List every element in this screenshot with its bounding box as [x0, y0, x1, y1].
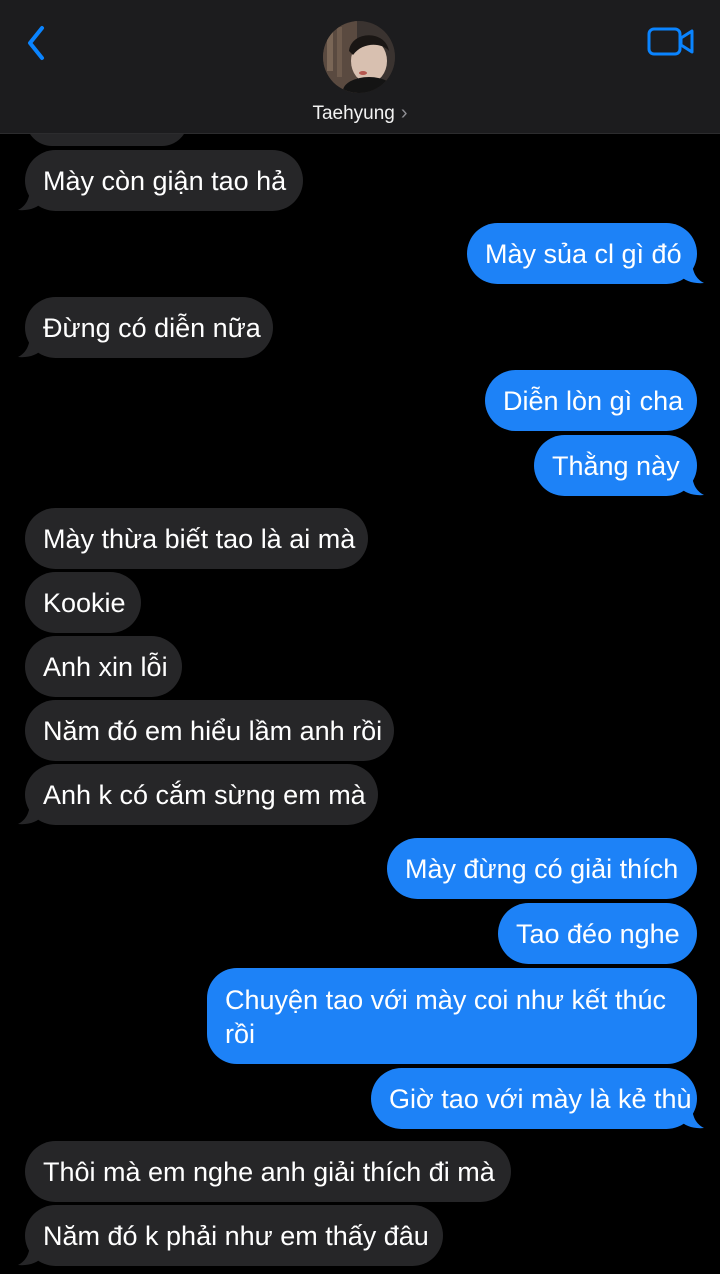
message-bubble-incoming[interactable]: Mày còn giận tao hả — [25, 150, 303, 211]
message-bubble-incoming[interactable]: Anh xin lỗi — [25, 636, 182, 697]
message-bubble-incoming[interactable]: Năm đó k phải như em thấy đâu — [25, 1205, 443, 1266]
bubble-tail — [680, 472, 704, 496]
bubble-tail — [18, 801, 42, 825]
message-bubble-incoming[interactable]: Mày thừa biết tao là ai mà — [25, 508, 368, 569]
message-bubble-incoming[interactable]: Thôi mà em nghe anh giải thích đi mà — [25, 1141, 511, 1202]
message-bubble-incoming[interactable]: Kookie — [25, 572, 141, 633]
message-bubble-outgoing[interactable]: Thằng này — [534, 435, 697, 496]
message-text: Giờ tao với mày là kẻ thù — [389, 1083, 692, 1114]
message-text: Năm đó k phải như em thấy đâu — [43, 1220, 429, 1251]
bubble-tail — [680, 1105, 704, 1129]
bubble-tail — [18, 187, 42, 211]
message-text: Anh xin lỗi — [43, 651, 168, 682]
message-text: Mày còn giận tao hả — [43, 165, 287, 196]
message-bubble-outgoing[interactable]: Mày sủa cl gì đó — [467, 223, 697, 284]
chevron-right-icon: › — [400, 102, 408, 124]
message-text: Mày thừa biết tao là ai mà — [43, 523, 356, 554]
message-text: Năm đó em hiểu lầm anh rồi — [43, 715, 383, 746]
bubble-tail — [18, 1242, 42, 1266]
message-bubble-incoming[interactable]: Đừng có diễn nữa — [25, 297, 273, 358]
message-text: Thôi mà em nghe anh giải thích đi mà — [43, 1156, 495, 1187]
chevron-left-icon[interactable] — [22, 22, 54, 64]
message-text: Diễn lòn gì cha — [503, 385, 684, 416]
message-thread[interactable]: Mày còn giận tao hả Mày sủa cl gì đó Đừn… — [0, 0, 720, 1274]
message-text: Mày đừng có giải thích — [405, 853, 679, 884]
avatar-photo — [323, 21, 395, 93]
video-camera-icon[interactable] — [646, 24, 696, 60]
message-text: Chuyện tao với mày coi như kết thúc rồi — [225, 985, 666, 1049]
contact-name-button[interactable]: Taehyung › — [0, 102, 720, 125]
message-bubble-outgoing[interactable]: Giờ tao với mày là kẻ thù — [371, 1068, 697, 1129]
message-bubble-outgoing[interactable]: Diễn lòn gì cha — [485, 370, 697, 431]
message-text: Đừng có diễn nữa — [43, 312, 261, 343]
message-bubble-outgoing[interactable]: Chuyện tao với mày coi như kết thúc rồi — [207, 968, 697, 1064]
message-text: Anh k có cắm sừng em mà — [43, 779, 366, 810]
bubble-tail — [680, 260, 704, 284]
contact-name: Taehyung — [312, 103, 395, 124]
message-bubble-outgoing[interactable]: Mày đừng có giải thích — [387, 838, 697, 899]
message-text: Thằng này — [552, 450, 680, 481]
conversation-header: Taehyung › — [0, 0, 720, 134]
bubble-tail — [18, 334, 42, 358]
contact-avatar[interactable] — [323, 21, 395, 93]
message-bubble-incoming[interactable]: Năm đó em hiểu lầm anh rồi — [25, 700, 394, 761]
message-bubble-incoming[interactable]: Anh k có cắm sừng em mà — [25, 764, 378, 825]
message-text: Mày sủa cl gì đó — [485, 238, 682, 269]
message-text: Kookie — [43, 587, 126, 618]
message-text: Tao đéo nghe — [516, 918, 680, 949]
message-bubble-outgoing[interactable]: Tao đéo nghe — [498, 903, 697, 964]
